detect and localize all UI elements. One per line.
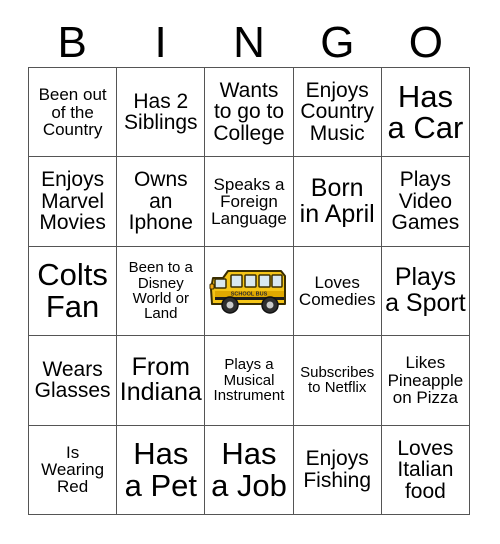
bingo-cell-label: Been out of the Country xyxy=(38,85,107,139)
bingo-cell[interactable]: Speaks a Foreign Language xyxy=(205,157,294,247)
header-letter-n: N xyxy=(233,17,265,67)
bingo-cell-label: Plays a Musical Instrument xyxy=(213,356,285,405)
bingo-cell[interactable]: Enjoys Fishing xyxy=(293,425,382,515)
bingo-cell-free-space[interactable]: SCHOOL BUS xyxy=(205,246,294,337)
bingo-cell[interactable]: Colts Fan xyxy=(29,246,118,337)
bingo-cell[interactable]: Is Wearing Red xyxy=(29,425,118,515)
bingo-cell[interactable]: Owns an Iphone xyxy=(117,157,206,247)
bingo-cell-label: Been to a Disney World or Land xyxy=(128,259,193,323)
bingo-grid: Been out of the Country Has 2 Siblings Wan… xyxy=(28,67,470,515)
bingo-cell[interactable]: Enjoys Marvel Movies xyxy=(29,157,118,247)
bingo-cell-label: From Indiana xyxy=(119,352,202,407)
bingo-header: B I N G O xyxy=(28,18,470,67)
svg-text:SCHOOL BUS: SCHOOL BUS xyxy=(231,291,268,297)
bingo-cell-label: Plays a Sport xyxy=(385,263,466,317)
header-letter-b: B xyxy=(57,17,87,67)
bingo-cell[interactable]: Born in April xyxy=(293,157,382,247)
bingo-cell[interactable]: Loves Italian food xyxy=(381,425,470,515)
bingo-cell[interactable]: Plays a Sport xyxy=(381,246,470,337)
bingo-cell-label: Has 2 Siblings xyxy=(124,89,198,135)
bingo-cell-label: Enjoys Fishing xyxy=(303,447,372,492)
bingo-card: B I N G O Been out of the Country Has 2 S… xyxy=(0,0,500,544)
bingo-cell-label: Wears Glasses xyxy=(34,357,111,403)
bingo-cell-label: Likes Pineapple on Pizza xyxy=(387,353,464,408)
bingo-cell[interactable]: Wants to go to College xyxy=(205,68,294,158)
bingo-cell-label: Colts Fan xyxy=(37,257,108,324)
bingo-cell-label: Owns an Iphone xyxy=(128,168,193,235)
bingo-cell-label: Wants to go to College xyxy=(213,79,285,145)
bingo-cell-label: Enjoys Marvel Movies xyxy=(39,168,106,235)
bingo-cell-label: Has a Job xyxy=(211,436,287,503)
bingo-cell[interactable]: Has 2 Siblings xyxy=(117,68,206,158)
bingo-cell[interactable]: Wears Glasses xyxy=(29,336,118,426)
bingo-cell[interactable]: Has a Pet xyxy=(117,425,206,515)
bingo-cell[interactable]: From Indiana xyxy=(117,336,206,426)
bingo-cell-label: Is Wearing Red xyxy=(41,442,105,497)
bingo-cell-label: Has a Car xyxy=(387,78,464,146)
bingo-cell[interactable]: Has a Job xyxy=(205,425,294,515)
bingo-cell-label: Born in April xyxy=(299,174,375,228)
bingo-cell-label: Loves Italian food xyxy=(397,436,454,503)
bingo-cell[interactable]: Loves Comedies xyxy=(293,246,382,337)
bingo-cell[interactable]: Been to a Disney World or Land xyxy=(117,246,206,337)
header-letter-g: G xyxy=(320,17,355,67)
bingo-cell-label: Plays Video Games xyxy=(391,168,460,235)
bingo-cell[interactable]: Has a Car xyxy=(381,68,470,158)
school-bus-icon: SCHOOL BUS xyxy=(208,261,290,321)
bingo-cell[interactable]: Plays a Musical Instrument xyxy=(205,336,294,426)
bingo-cell-label: Loves Comedies xyxy=(298,272,376,309)
bingo-cell[interactable]: Enjoys Country Music xyxy=(293,68,382,158)
bingo-cell[interactable]: Plays Video Games xyxy=(381,157,470,247)
bingo-cell-label: Subscribes to Netflix xyxy=(300,364,375,397)
bingo-cell[interactable]: Subscribes to Netflix xyxy=(293,336,382,426)
bingo-cell-label: Speaks a Foreign Language xyxy=(211,174,287,229)
bingo-cell[interactable]: Been out of the Country xyxy=(29,68,118,158)
bingo-cell[interactable]: Likes Pineapple on Pizza xyxy=(381,336,470,426)
bingo-cell-label: Enjoys Country Music xyxy=(300,79,374,145)
header-letter-i: I xyxy=(154,17,167,67)
header-letter-o: O xyxy=(408,17,443,67)
bingo-cell-label: Has a Pet xyxy=(124,436,197,503)
